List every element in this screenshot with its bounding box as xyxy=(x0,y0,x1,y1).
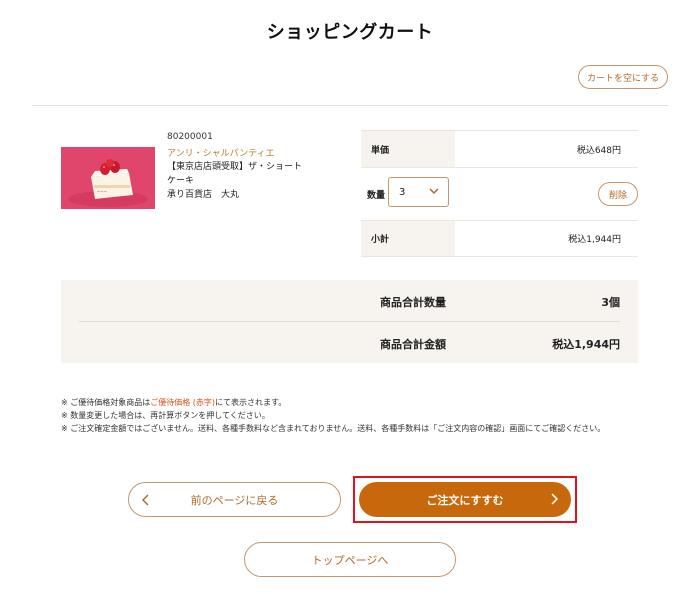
note-1: ※ ご優待価格対象商品はご優待価格 (赤字)にて表示されます。 xyxy=(61,396,605,409)
total-quantity-value: 3個 xyxy=(601,296,620,309)
divider xyxy=(32,105,668,106)
note-3: ※ ご注文確定金額ではございません。送料、各種手数料など含まれておりません。送料… xyxy=(61,424,606,433)
note-1-pre: ※ ご優待価格対象商品は xyxy=(61,398,151,407)
quantity-row: 数量 3 削除 xyxy=(361,167,638,220)
total-amount-label: 商品合計金額 xyxy=(380,338,446,351)
product-brand-link[interactable]: アンリ・シャルパンティエ xyxy=(167,146,275,159)
product-name: 【東京店店頭受取】ザ・ショートケーキ 承り百貨店 大丸 xyxy=(167,160,307,202)
quantity-select[interactable]: 3 xyxy=(388,177,449,207)
note-1-post: にて表示されます。 xyxy=(215,398,287,407)
notes: ※ ご優待価格対象商品はご優待価格 (赤字)にて表示されます。 ※ 数量変更した… xyxy=(61,396,605,435)
product-image: ~~~ xyxy=(61,147,155,209)
back-button-label: 前のページに戻る xyxy=(190,493,279,507)
subtotal-row: 小計 税込1,944円 xyxy=(361,220,638,257)
unit-price-label: 単価 xyxy=(361,131,455,167)
chevron-right-icon xyxy=(549,493,559,508)
total-quantity-label: 商品合計数量 xyxy=(380,296,446,309)
subtotal-label: 小計 xyxy=(361,221,455,256)
quantity-value: 3 xyxy=(399,186,406,198)
subtotal-value: 税込1,944円 xyxy=(568,235,621,245)
order-button-label: ご注文にすすむ xyxy=(426,493,504,507)
unit-price-value: 税込648円 xyxy=(576,145,621,156)
clear-cart-button[interactable]: カートを空にする xyxy=(578,65,668,89)
note-2: ※ 数量変更した場合は、再計算ボタンを押してください。 xyxy=(61,411,270,420)
back-button[interactable]: 前のページに戻る xyxy=(128,482,341,517)
note-1-highlight: ご優待価格 (赤字) xyxy=(150,398,216,407)
proceed-to-order-button[interactable]: ご注文にすすむ xyxy=(359,482,571,517)
order-summary: 商品合計数量 3個 商品合計金額 税込1,944円 xyxy=(61,280,638,363)
product-code: 80200001 xyxy=(167,132,213,142)
quantity-label: 数量 xyxy=(367,190,386,201)
delete-button[interactable]: 削除 xyxy=(598,182,638,206)
product-name-text: 【東京店店頭受取】ザ・ショートケーキ xyxy=(167,162,303,186)
chevron-left-icon xyxy=(141,494,151,509)
product-store: 承り百貨店 大丸 xyxy=(167,190,240,200)
summary-divider xyxy=(79,321,620,322)
item-detail-table: 単価 税込648円 数量 3 削除 小計 税込1,944円 xyxy=(361,130,638,257)
unit-price-row: 単価 税込648円 xyxy=(361,130,638,167)
page-title: ショッピングカート xyxy=(266,22,434,43)
svg-text:~~~: ~~~ xyxy=(97,189,107,194)
top-page-button[interactable]: トップページへ xyxy=(244,542,456,577)
chevron-down-icon xyxy=(429,186,439,199)
total-amount-value: 税込1,944円 xyxy=(552,338,620,351)
